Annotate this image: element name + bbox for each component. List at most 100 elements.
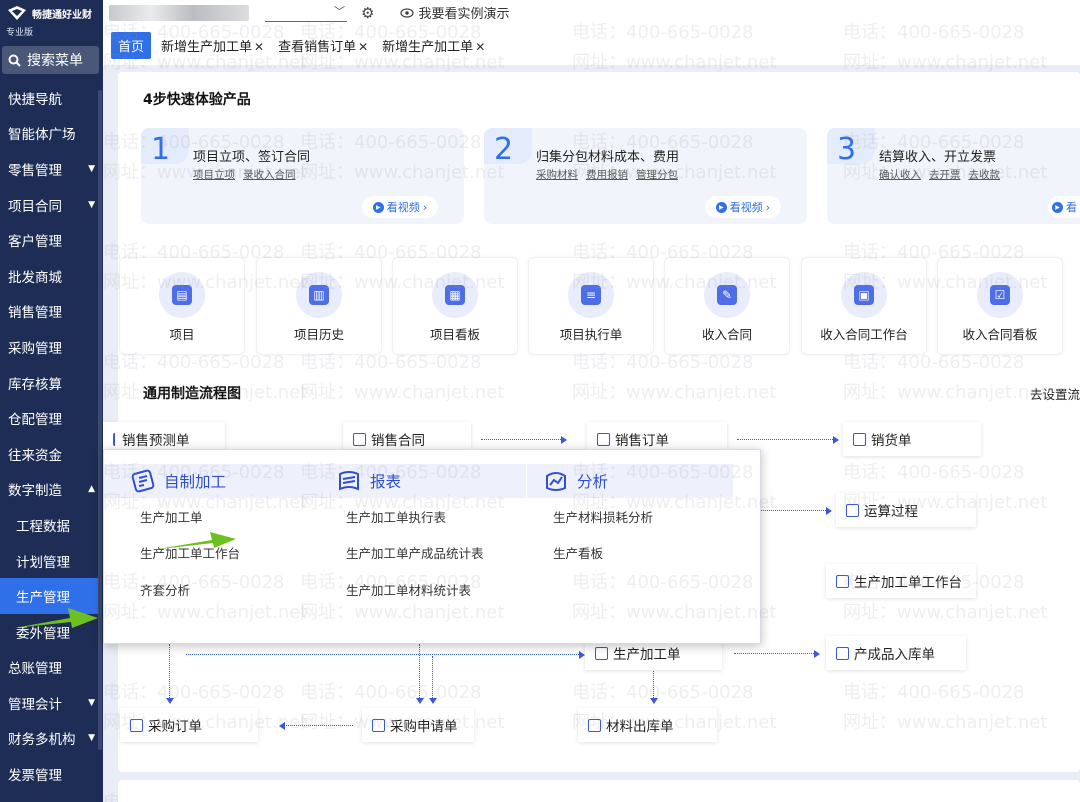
sidebar-item[interactable]: 采购管理: [0, 329, 103, 365]
sidebar-item[interactable]: 客户管理: [0, 222, 103, 258]
flow-arrow: [481, 435, 567, 444]
step-link[interactable]: 费用报销: [586, 169, 628, 181]
flow-node-purchase-request[interactable]: 采购申请单: [362, 708, 474, 742]
form-icon: [113, 432, 117, 446]
flow-node-label: 采购订单: [148, 719, 202, 735]
flow-node-finished-goods-in[interactable]: 产成品入库单: [826, 636, 966, 670]
sidebar-item-label: 销售管理: [8, 305, 62, 322]
flow-node-material-out[interactable]: 材料出库单: [578, 708, 717, 742]
sidebar-item-label: 快捷导航: [8, 91, 62, 108]
popup-column-header: 分析: [527, 464, 733, 498]
production-icon: [595, 646, 608, 660]
quick-entry-card[interactable]: ▤ 项目: [119, 257, 245, 355]
sidebar-scrollbar[interactable]: [98, 90, 102, 750]
sidebar-item[interactable]: 仓配管理: [0, 400, 103, 436]
sidebar-item[interactable]: 计划管理: [0, 543, 103, 579]
watch-video-button[interactable]: ▶ 看: [1048, 196, 1080, 218]
quick-entry-card[interactable]: ≡ 项目执行单: [528, 257, 654, 355]
quick-entry-card[interactable]: ✎ 收入合同: [664, 257, 790, 355]
caret-icon: ▼: [88, 163, 95, 174]
close-icon[interactable]: ✕: [475, 40, 485, 54]
step-title: 结算收入、开立发票: [879, 150, 997, 165]
step-link[interactable]: 确认收入: [879, 169, 921, 181]
sidebar-item[interactable]: 财务多机构 ▼: [0, 721, 103, 757]
quick-entry-card[interactable]: ☑ 收入合同看板: [937, 257, 1063, 355]
search-menu-button[interactable]: 搜索菜单: [2, 46, 99, 74]
sidebar-item[interactable]: 库存核算: [0, 365, 103, 401]
tab-new-production-order[interactable]: 新增生产加工单 ✕: [157, 32, 268, 59]
sidebar-item[interactable]: 智能体广场: [0, 116, 103, 152]
quick-entry-icon-bg: ▦: [432, 272, 478, 318]
flow-node-sales-delivery[interactable]: 销货单: [843, 422, 981, 456]
quick-entry-card[interactable]: ▥ 项目历史: [256, 257, 382, 355]
flow-node-purchase-order[interactable]: 采购订单: [120, 708, 258, 742]
flow-node-label: 销售预测单: [122, 433, 190, 449]
search-menu-label: 搜索菜单: [27, 53, 83, 69]
tab-view-sales-order[interactable]: 查看销售订单 ✕: [274, 32, 372, 59]
sidebar-item[interactable]: 批发商城: [0, 258, 103, 294]
watch-video-button[interactable]: ▶ 看视频 ›: [705, 196, 781, 218]
popup-item-kitting-analysis[interactable]: 齐套分析: [104, 571, 320, 608]
watch-video-button[interactable]: ▶ 看视频 ›: [362, 196, 438, 218]
sidebar-item[interactable]: 总账管理: [0, 650, 103, 686]
step-link[interactable]: 去开票: [929, 169, 961, 181]
sidebar-item[interactable]: 数字制造 ▲: [0, 472, 103, 508]
sidebar-item-label: 客户管理: [8, 234, 62, 251]
tab-new-production-order-2[interactable]: 新增生产加工单 ✕: [378, 32, 489, 59]
close-icon[interactable]: ✕: [358, 40, 368, 54]
sidebar-item-label: 批发商城: [8, 269, 62, 286]
quick-entry-card[interactable]: ▦ 项目看板: [392, 257, 518, 355]
quick-entry-icon-bg: ▣: [841, 272, 887, 318]
company-select[interactable]: ﹀: [265, 4, 347, 22]
contract-icon: [353, 432, 366, 446]
sidebar: 畅捷通好业财 专业版 搜索菜单 快捷导航 智能体广场 零售管理 ▼ 项目合同 ▼ 客户管理批…: [0, 0, 103, 802]
document-icon: ▤: [172, 285, 192, 305]
flow-title: 通用制造流程图: [143, 386, 241, 402]
flow-node-production-workbench[interactable]: 生产加工单工作台: [826, 564, 976, 598]
sidebar-item-label: 零售管理: [8, 162, 62, 179]
step-link[interactable]: 录收入合同: [243, 169, 296, 181]
close-icon[interactable]: ✕: [254, 40, 264, 54]
eye-icon: [400, 7, 415, 18]
play-icon: ▶: [715, 201, 727, 213]
popup-column-header: 报表: [320, 464, 526, 498]
flow-settings-link[interactable]: 去设置流: [1030, 384, 1080, 403]
step-link[interactable]: 项目立项: [193, 169, 235, 181]
step-link[interactable]: 采购材料: [536, 169, 578, 181]
sidebar-item[interactable]: 快捷导航: [0, 80, 103, 116]
top-bar: ﹀ ⚙ 我要看实例演示: [103, 0, 1080, 25]
popup-column-title: 自制加工: [164, 473, 227, 491]
sidebar-item[interactable]: 项目合同 ▼: [0, 187, 103, 223]
step-card-2: 2 归集分包材料成本、费用 采购材料 费用报销 管理分包 ▶ 看视频 ›: [484, 128, 807, 224]
popup-item-output-report[interactable]: 生产加工单产成品统计表: [320, 535, 526, 572]
demo-link[interactable]: 我要看实例演示: [400, 3, 509, 22]
manufacture-icon: [131, 469, 155, 493]
flow-node-label: 销售订单: [615, 433, 669, 449]
sidebar-item[interactable]: 往来资金: [0, 436, 103, 472]
board-icon: ▦: [445, 285, 465, 305]
step-link[interactable]: 去收款: [969, 169, 1001, 181]
sidebar-item[interactable]: 销售管理: [0, 294, 103, 330]
flow-arrow: [415, 644, 424, 704]
popup-item-production-board[interactable]: 生产看板: [527, 535, 733, 572]
tab-home[interactable]: 首页: [111, 31, 152, 59]
quick-entry-label: 项目执行单: [559, 327, 623, 342]
sidebar-item[interactable]: 发票管理: [0, 756, 103, 792]
quick-entry-card[interactable]: ▣ 收入合同工作台: [801, 257, 927, 355]
popup-item-execution-report[interactable]: 生产加工单执行表: [320, 498, 526, 535]
chevron-right-icon: ›: [422, 200, 428, 214]
sidebar-item-label: 数字制造: [8, 483, 62, 500]
popup-item-material-report[interactable]: 生产加工单材料统计表: [320, 571, 526, 608]
list-icon: ≡: [581, 285, 601, 305]
sidebar-item-label: 财务多机构: [8, 732, 76, 749]
sidebar-item-label: 项目合同: [8, 198, 62, 215]
sidebar-item[interactable]: 管理会计 ▼: [0, 685, 103, 721]
sidebar-item[interactable]: 工程数据: [0, 507, 103, 543]
watch-video-label: 看视频: [386, 201, 420, 214]
sidebar-item[interactable]: 零售管理 ▼: [0, 151, 103, 187]
caret-icon: ▼: [88, 697, 95, 708]
gear-icon[interactable]: ⚙: [361, 4, 374, 22]
step-link[interactable]: 管理分包: [636, 169, 678, 181]
flow-node-calc-process[interactable]: 运算过程: [836, 493, 976, 527]
popup-item-loss-analysis[interactable]: 生产材料损耗分析: [527, 498, 733, 535]
